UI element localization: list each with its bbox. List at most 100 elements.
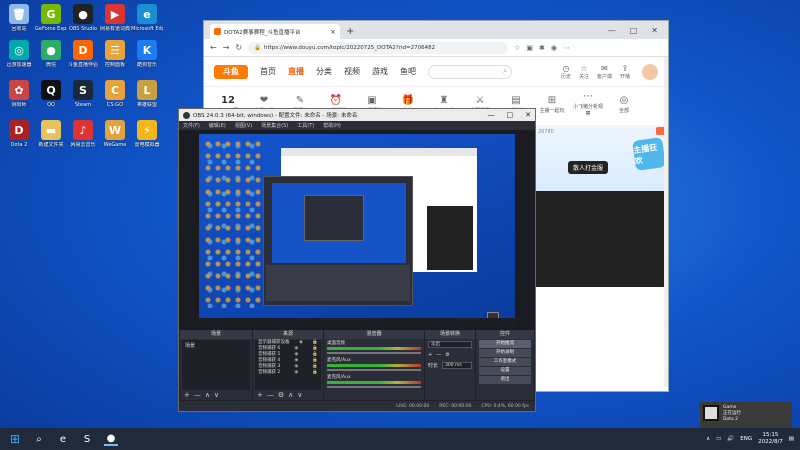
search-icon[interactable]: ⌕ xyxy=(32,432,46,446)
obs-menu-item[interactable]: 场景集合(S) xyxy=(261,122,288,129)
obs-menu-item[interactable]: 工具(T) xyxy=(297,122,314,129)
desktop-icon[interactable]: S Steam xyxy=(67,80,99,108)
notifications-icon[interactable]: ▤ xyxy=(789,436,794,442)
desktop-icon[interactable]: e Microsoft Edge xyxy=(131,4,163,32)
minimize-button[interactable]: — xyxy=(608,26,616,35)
settings-icon[interactable]: ⚙ xyxy=(278,391,284,399)
desktop-icon[interactable]: ◎ 迅游加速器 xyxy=(3,40,35,68)
network-icon[interactable]: ▭ xyxy=(716,436,721,442)
move-down-icon[interactable]: ∨ xyxy=(297,391,302,399)
desktop-icon[interactable]: ☰ 控制面板 xyxy=(99,40,131,68)
back-icon[interactable]: ← xyxy=(210,43,217,52)
add-icon[interactable]: + xyxy=(257,391,263,399)
desktop-icon[interactable]: ● 微信 xyxy=(35,40,67,68)
move-up-icon[interactable]: ∧ xyxy=(205,391,210,399)
obs-menu-item[interactable]: 视图(V) xyxy=(235,122,252,129)
refresh-icon[interactable]: ↻ xyxy=(235,43,242,52)
volume-slider[interactable] xyxy=(327,386,421,388)
obs-icon[interactable]: ● xyxy=(104,432,118,446)
desktop-icon[interactable]: Q QQ xyxy=(35,80,67,108)
desktop-icon[interactable]: C CS:GO xyxy=(99,80,131,108)
extensions-icon[interactable]: ✱ xyxy=(539,44,545,52)
nav-live[interactable]: 直播 xyxy=(288,66,304,77)
desktop-icon[interactable]: 🗑 回收站 xyxy=(3,4,35,32)
profile-icon[interactable]: ◉ xyxy=(551,44,557,52)
remove-icon[interactable]: — xyxy=(436,352,441,358)
scrollbar[interactable] xyxy=(664,57,668,387)
nav-fishbar[interactable]: 鱼吧 xyxy=(400,66,416,77)
move-up-icon[interactable]: ∧ xyxy=(288,391,293,399)
nav-category[interactable]: 分类 xyxy=(316,66,332,77)
scene-item[interactable]: 场景 xyxy=(182,340,250,351)
duration-input[interactable]: 300 ms xyxy=(442,362,472,369)
browser-tab[interactable]: DOTA2赛事赛程_斗鱼直播平台 × xyxy=(210,24,340,39)
desktop-icon[interactable]: D 斗鱼直播伴侣 xyxy=(67,40,99,68)
control-button[interactable]: 设置 xyxy=(479,367,531,375)
transition-select[interactable]: 淡出 xyxy=(428,341,472,348)
settings-icon[interactable]: ⚙ xyxy=(445,352,449,358)
desktop-icon[interactable]: G GeForce Experience xyxy=(35,4,67,32)
start-button[interactable]: ⊞ xyxy=(8,432,22,446)
site-search-input[interactable]: ⌕ xyxy=(428,64,512,79)
volume-icon[interactable]: 🔊 xyxy=(727,436,734,442)
nav-video[interactable]: 视频 xyxy=(344,66,360,77)
add-icon[interactable]: + xyxy=(428,352,432,358)
control-button[interactable]: 开始推流 xyxy=(479,340,531,348)
close-button[interactable]: ✕ xyxy=(651,26,658,35)
site-logo[interactable]: 斗鱼 xyxy=(214,64,248,79)
new-tab-button[interactable]: + xyxy=(346,26,354,39)
desktop-icon[interactable]: ✿ 阴阳师 xyxy=(3,80,35,108)
desktop-icon[interactable]: W WeGame xyxy=(99,120,131,148)
desktop-icon[interactable]: K 酷狗音乐 xyxy=(131,40,163,68)
clock[interactable]: 15:15 2022/8/7 xyxy=(758,432,783,446)
banner-button[interactable]: 散人打金服 xyxy=(568,161,609,174)
remove-icon[interactable]: — xyxy=(194,391,201,399)
obs-menu-item[interactable]: 帮助(H) xyxy=(323,122,341,129)
sources-list[interactable]: 显示器捕获设备 ◉ 🔒 音频捕获 6 ◉ 🔒 音频捕获 5 ◉ 🔒 音频捕获 4 ◉ 🔒 音频捕获 3 ◉… xyxy=(255,340,321,390)
desktop-icon[interactable]: ⚡ 雷电模拟器 xyxy=(131,120,163,148)
steam-icon[interactable]: S xyxy=(80,432,94,446)
maximize-button[interactable]: □ xyxy=(507,111,514,119)
obs-menu-item[interactable]: 文件(F) xyxy=(183,122,200,129)
obs-menu-item[interactable]: 编辑(E) xyxy=(209,122,226,129)
desktop-icon[interactable]: ● OBS Studio xyxy=(67,4,99,32)
nav-home[interactable]: 首页 xyxy=(260,66,276,77)
remove-icon[interactable]: — xyxy=(267,391,274,399)
url-field[interactable]: 🔒 https://www.douyu.com/topic/20220725_D… xyxy=(248,41,509,54)
star-icon[interactable]: ☆ xyxy=(514,44,520,52)
obs-preview[interactable] xyxy=(179,130,535,330)
edge-icon[interactable]: e xyxy=(56,432,70,446)
scenes-list[interactable]: 场景 xyxy=(182,340,250,390)
nav-game[interactable]: 游戏 xyxy=(372,66,388,77)
desktop-icon[interactable]: ♪ 网易云音乐 xyxy=(67,120,99,148)
volume-slider[interactable] xyxy=(327,369,421,371)
close-tab-icon[interactable]: × xyxy=(330,28,336,36)
close-button[interactable]: ✕ xyxy=(525,111,531,119)
chevron-up-icon[interactable]: ∧ xyxy=(706,436,710,442)
desktop-icon[interactable]: D Dota 2 xyxy=(3,120,35,148)
language-indicator[interactable]: ENG xyxy=(740,436,752,442)
forward-icon[interactable]: → xyxy=(223,43,230,52)
visibility-icon[interactable]: ◉ xyxy=(299,340,303,346)
site-menu-item[interactable]: ☆ 关注 xyxy=(579,64,589,80)
site-menu-item[interactable]: ⇪ 开播 xyxy=(620,64,630,80)
video-area[interactable] xyxy=(534,191,668,287)
control-button[interactable]: 工作室模式 xyxy=(479,358,531,366)
add-icon[interactable]: + xyxy=(184,391,190,399)
category-item[interactable]: ⊞ 主播一起玩 xyxy=(536,95,568,114)
site-menu-item[interactable]: ✉ 客户端 xyxy=(597,64,612,80)
minimize-button[interactable]: — xyxy=(488,111,495,119)
category-item[interactable]: ◎ 全部 xyxy=(608,95,640,114)
volume-slider[interactable] xyxy=(327,352,421,354)
menu-icon[interactable]: ⋯ xyxy=(563,44,570,52)
source-item[interactable]: 音频捕获 2 ◉ 🔒 xyxy=(255,370,321,376)
avatar[interactable] xyxy=(642,63,658,80)
site-menu-item[interactable]: ◷ 历史 xyxy=(561,64,571,80)
collections-icon[interactable]: ▣ xyxy=(526,44,533,52)
category-item[interactable]: ⋯ 小飞猪分析观察 xyxy=(572,91,604,117)
control-button[interactable]: 开始录制 xyxy=(479,349,531,357)
search-icon[interactable]: ⌕ xyxy=(503,67,507,76)
desktop-icon[interactable]: L 英雄联盟 xyxy=(131,80,163,108)
lock-icon[interactable]: 🔒 xyxy=(312,370,318,376)
maximize-button[interactable]: □ xyxy=(630,26,638,35)
